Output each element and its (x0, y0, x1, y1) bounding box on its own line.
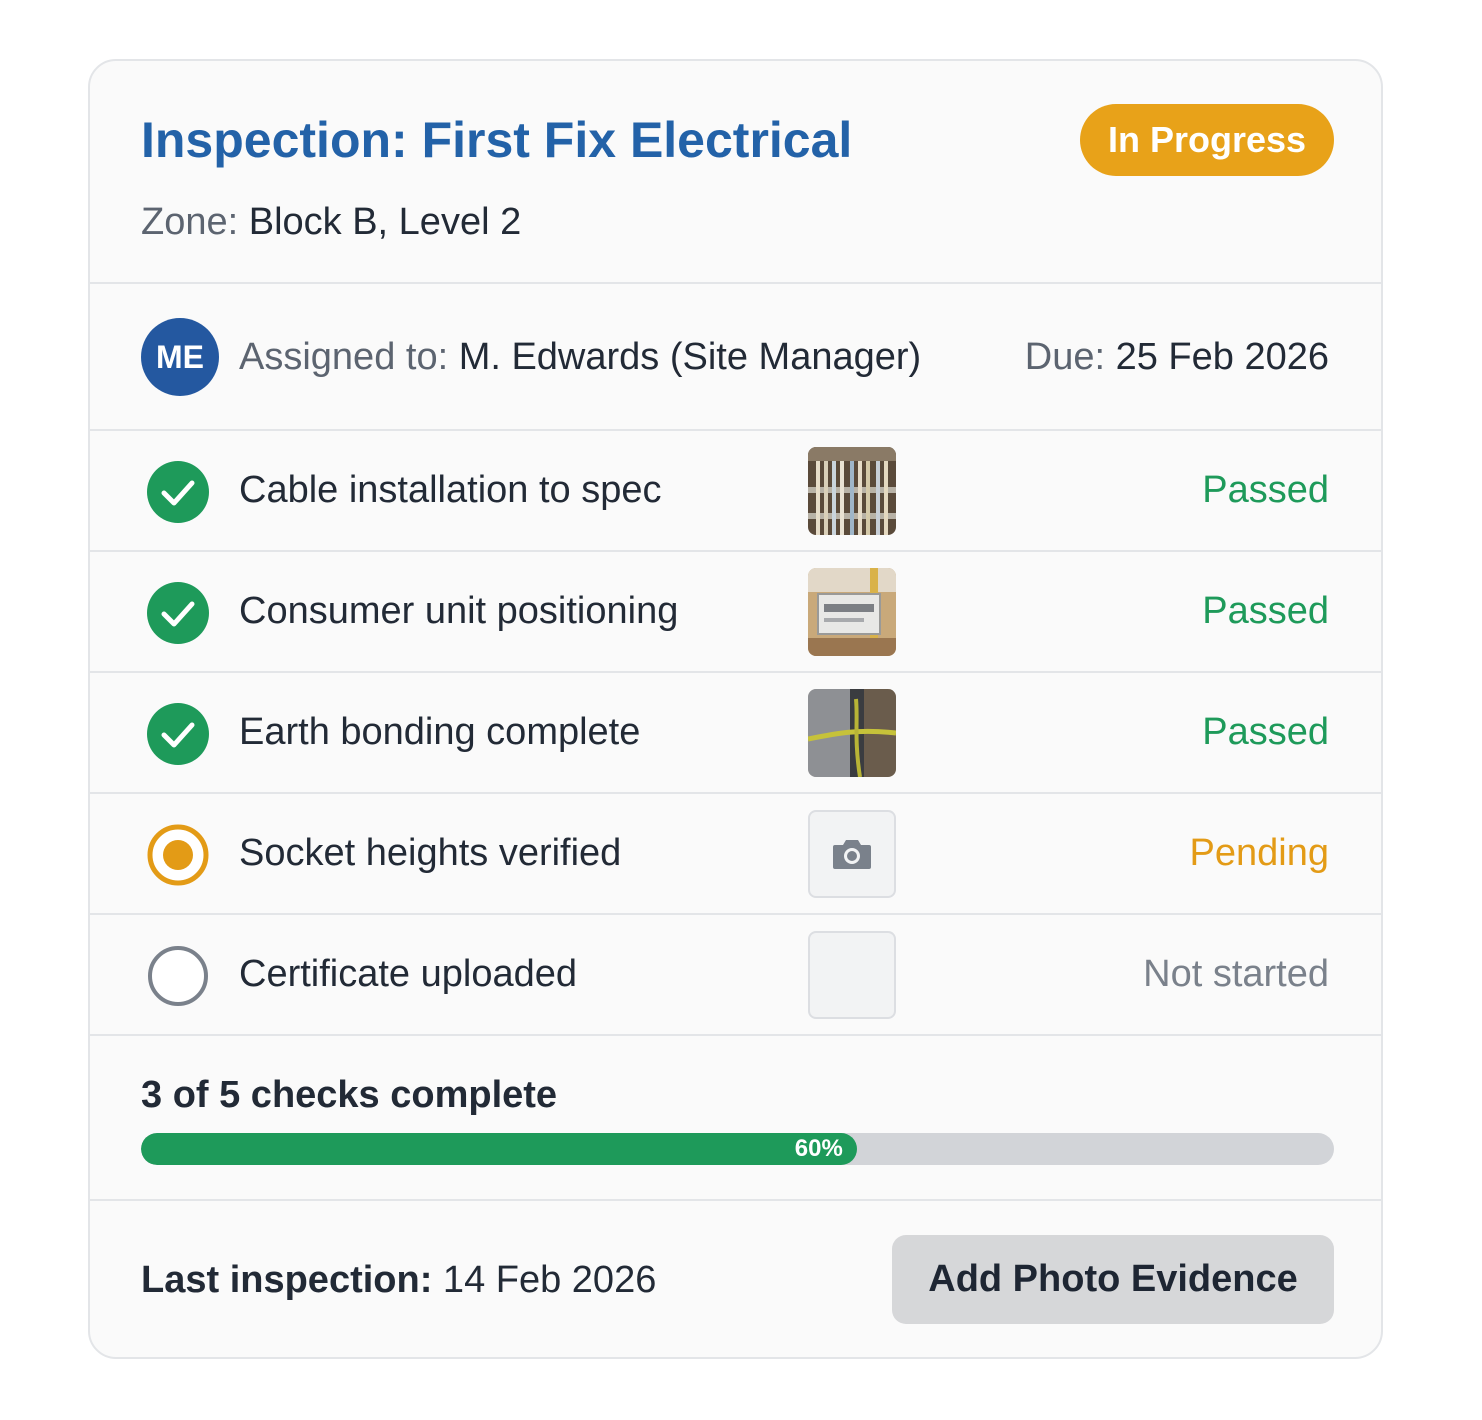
check-status: Not started (1143, 953, 1329, 995)
zone-value: Block B, Level 2 (248, 201, 522, 243)
check-circle-icon (147, 461, 209, 523)
check-row[interactable]: Cable installation to spec Passed (90, 431, 1381, 552)
check-circle-icon (147, 703, 209, 765)
last-inspection: Last inspection: 14 Feb 2026 (141, 1259, 656, 1302)
progress-bar: 60% (141, 1133, 1334, 1165)
check-label: Certificate uploaded (239, 953, 577, 995)
due-value: 25 Feb 2026 (1115, 336, 1329, 378)
pending-radio-icon (147, 824, 209, 886)
empty-radio-icon (148, 946, 208, 1006)
inspection-card: Inspection: First Fix Electrical Zone: B… (88, 59, 1383, 1359)
check-row[interactable]: Consumer unit positioning Passed (90, 552, 1381, 673)
progress-section: 3 of 5 checks complete 60% (90, 1036, 1381, 1201)
empty-photo-slot[interactable] (808, 931, 896, 1019)
cable-tray-photo[interactable] (808, 447, 896, 535)
avatar[interactable]: ME (141, 318, 219, 396)
check-status: Pending (1189, 832, 1329, 874)
check-label: Consumer unit positioning (239, 590, 679, 632)
consumer-unit-photo[interactable] (808, 568, 896, 656)
card-header: Inspection: First Fix Electrical Zone: B… (90, 61, 1381, 284)
last-inspection-value: 14 Feb 2026 (432, 1259, 657, 1301)
check-row[interactable]: Certificate uploaded Not started (90, 915, 1381, 1036)
check-row[interactable]: Earth bonding complete Passed (90, 673, 1381, 794)
assigned-label: Assigned to: (239, 336, 459, 378)
zone-label: Zone: (141, 201, 249, 243)
progress-label: 3 of 5 checks complete (141, 1074, 558, 1116)
assigned-to: Assigned to: M. Edwards (Site Manager) (239, 336, 921, 379)
assignment-row: ME Assigned to: M. Edwards (Site Manager… (90, 284, 1381, 431)
due-label: Due: (1024, 336, 1116, 378)
inspection-title: Inspection: First Fix Electrical (141, 112, 853, 168)
due-date: Due: 25 Feb 2026 (1025, 336, 1329, 379)
earth-bonding-photo[interactable] (808, 689, 896, 777)
check-status: Passed (1202, 711, 1329, 753)
check-label: Cable installation to spec (239, 469, 662, 511)
assigned-value: M. Edwards (Site Manager) (458, 336, 922, 378)
add-photo-evidence-button[interactable]: Add Photo Evidence (892, 1235, 1334, 1324)
progress-percent: 60% (794, 1135, 843, 1162)
add-photo-slot[interactable] (808, 810, 896, 898)
card-footer: Last inspection: 14 Feb 2026 Add Photo E… (90, 1201, 1381, 1357)
check-status: Passed (1202, 590, 1329, 632)
check-circle-icon (147, 582, 209, 644)
progress-fill: 60% (141, 1133, 857, 1165)
status-badge: In Progress (1080, 104, 1334, 176)
check-status: Passed (1202, 469, 1329, 511)
check-label: Socket heights verified (239, 832, 622, 874)
check-row[interactable]: Socket heights verified Pending (90, 794, 1381, 915)
last-inspection-label: Last inspection: (141, 1259, 433, 1301)
zone-info: Zone: Block B, Level 2 (141, 201, 521, 244)
check-label: Earth bonding complete (239, 711, 641, 753)
camera-icon (833, 840, 871, 869)
